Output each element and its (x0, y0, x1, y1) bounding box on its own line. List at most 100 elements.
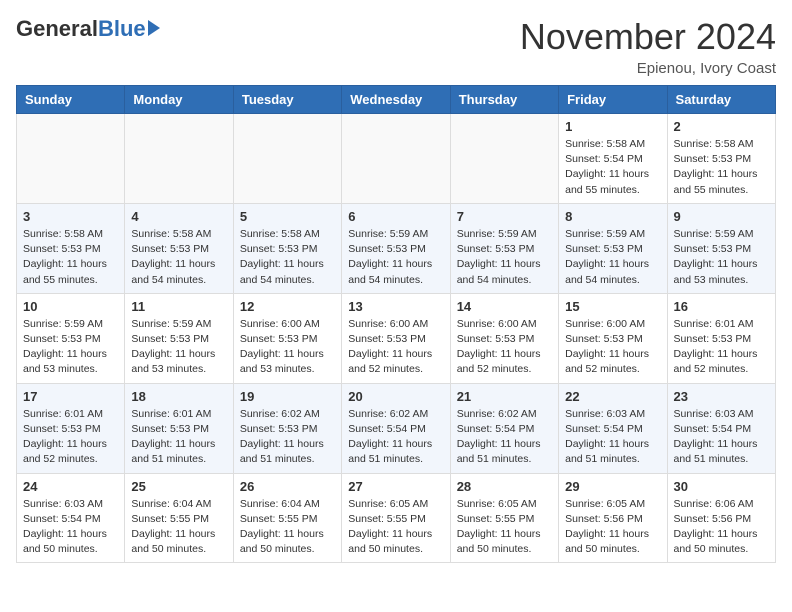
day-info: Sunrise: 5:58 AM Sunset: 5:53 PM Dayligh… (240, 227, 335, 288)
day-cell: 2Sunrise: 5:58 AM Sunset: 5:53 PM Daylig… (667, 114, 775, 204)
day-info: Sunrise: 6:02 AM Sunset: 5:54 PM Dayligh… (348, 407, 443, 468)
day-number: 8 (565, 209, 660, 224)
day-cell: 21Sunrise: 6:02 AM Sunset: 5:54 PM Dayli… (450, 383, 558, 473)
day-info: Sunrise: 6:04 AM Sunset: 5:55 PM Dayligh… (240, 497, 335, 558)
day-number: 15 (565, 299, 660, 314)
day-cell: 11 Sunrise: 5:59 AM Sunset: 5:53 PM Dayli… (125, 293, 233, 383)
header-cell-thursday: Thursday (450, 86, 558, 114)
day-number: 28 (457, 479, 552, 494)
day-info: Sunrise: 6:03 AM Sunset: 5:54 PM Dayligh… (674, 407, 769, 468)
day-number: 11 (131, 299, 226, 314)
day-number: 21 (457, 389, 552, 404)
day-info: Sunrise: 5:58 AM Sunset: 5:53 PM Dayligh… (131, 227, 226, 288)
day-number: 3 (23, 209, 118, 224)
day-info: Sunrise: 5:58 AM Sunset: 5:54 PM Dayligh… (565, 137, 660, 198)
day-info: Sunrise: 6:00 AM Sunset: 5:53 PM Dayligh… (348, 317, 443, 378)
day-cell: 15 Sunrise: 6:00 AM Sunset: 5:53 PM Dayli… (559, 293, 667, 383)
day-cell: 8Sunrise: 5:59 AM Sunset: 5:53 PM Daylig… (559, 203, 667, 293)
day-info: Sunrise: 5:59 AM Sunset: 5:53 PM Dayligh… (348, 227, 443, 288)
day-number: 20 (348, 389, 443, 404)
day-cell: 14Sunrise: 6:00 AM Sunset: 5:53 PM Dayli… (450, 293, 558, 383)
day-number: 22 (565, 389, 660, 404)
day-number: 9 (674, 209, 769, 224)
day-info: Sunrise: 6:02 AM Sunset: 5:53 PM Dayligh… (240, 407, 335, 468)
header-row: SundayMondayTuesdayWednesdayThursdayFrid… (17, 86, 776, 114)
day-cell: 7 Sunrise: 5:59 AM Sunset: 5:53 PM Daylig… (450, 203, 558, 293)
logo-blue-text: Blue (98, 16, 146, 42)
logo-general-text: General (16, 16, 98, 42)
day-cell: 25 Sunrise: 6:04 AM Sunset: 5:55 PM Dayli… (125, 473, 233, 563)
day-number: 30 (674, 479, 769, 494)
day-info: Sunrise: 6:05 AM Sunset: 5:55 PM Dayligh… (348, 497, 443, 558)
day-cell (233, 114, 341, 204)
day-number: 23 (674, 389, 769, 404)
month-title: November 2024 (520, 16, 776, 58)
week-row-1: 1 Sunrise: 5:58 AM Sunset: 5:54 PM Daylig… (17, 114, 776, 204)
day-info: Sunrise: 5:59 AM Sunset: 5:53 PM Dayligh… (457, 227, 552, 288)
day-number: 24 (23, 479, 118, 494)
day-cell: 20 Sunrise: 6:02 AM Sunset: 5:54 PM Dayli… (342, 383, 450, 473)
header: General Blue November 2024 Epienou, Ivor… (16, 16, 776, 77)
day-number: 7 (457, 209, 552, 224)
header-cell-tuesday: Tuesday (233, 86, 341, 114)
day-number: 19 (240, 389, 335, 404)
header-cell-saturday: Saturday (667, 86, 775, 114)
day-number: 2 (674, 119, 769, 134)
day-cell: 16 Sunrise: 6:01 AM Sunset: 5:53 PM Dayli… (667, 293, 775, 383)
day-info: Sunrise: 6:06 AM Sunset: 5:56 PM Dayligh… (674, 497, 769, 558)
header-cell-monday: Monday (125, 86, 233, 114)
day-number: 5 (240, 209, 335, 224)
day-info: Sunrise: 6:00 AM Sunset: 5:53 PM Dayligh… (457, 317, 552, 378)
day-cell (125, 114, 233, 204)
day-cell: 4 Sunrise: 5:58 AM Sunset: 5:53 PM Daylig… (125, 203, 233, 293)
day-info: Sunrise: 6:04 AM Sunset: 5:55 PM Dayligh… (131, 497, 226, 558)
day-cell: 22Sunrise: 6:03 AM Sunset: 5:54 PM Dayli… (559, 383, 667, 473)
calendar-header: SundayMondayTuesdayWednesdayThursdayFrid… (17, 86, 776, 114)
day-number: 17 (23, 389, 118, 404)
day-info: Sunrise: 6:00 AM Sunset: 5:53 PM Dayligh… (240, 317, 335, 378)
day-cell: 12 Sunrise: 6:00 AM Sunset: 5:53 PM Dayli… (233, 293, 341, 383)
week-row-2: 3 Sunrise: 5:58 AM Sunset: 5:53 PM Daylig… (17, 203, 776, 293)
header-cell-wednesday: Wednesday (342, 86, 450, 114)
day-number: 18 (131, 389, 226, 404)
day-info: Sunrise: 6:05 AM Sunset: 5:56 PM Dayligh… (565, 497, 660, 558)
day-number: 26 (240, 479, 335, 494)
day-cell (17, 114, 125, 204)
day-cell: 27 Sunrise: 6:05 AM Sunset: 5:55 PM Dayli… (342, 473, 450, 563)
day-number: 25 (131, 479, 226, 494)
day-info: Sunrise: 5:59 AM Sunset: 5:53 PM Dayligh… (674, 227, 769, 288)
logo: General Blue (16, 16, 160, 42)
header-cell-sunday: Sunday (17, 86, 125, 114)
day-number: 1 (565, 119, 660, 134)
day-number: 12 (240, 299, 335, 314)
day-info: Sunrise: 6:01 AM Sunset: 5:53 PM Dayligh… (23, 407, 118, 468)
day-number: 13 (348, 299, 443, 314)
logo-arrow-icon (148, 20, 160, 36)
page-container: General Blue November 2024 Epienou, Ivor… (0, 0, 792, 573)
day-info: Sunrise: 6:03 AM Sunset: 5:54 PM Dayligh… (23, 497, 118, 558)
day-cell: 13 Sunrise: 6:00 AM Sunset: 5:53 PM Dayli… (342, 293, 450, 383)
day-cell: 23 Sunrise: 6:03 AM Sunset: 5:54 PM Dayli… (667, 383, 775, 473)
day-cell: 24 Sunrise: 6:03 AM Sunset: 5:54 PM Dayli… (17, 473, 125, 563)
day-number: 27 (348, 479, 443, 494)
day-number: 4 (131, 209, 226, 224)
day-number: 10 (23, 299, 118, 314)
day-cell (342, 114, 450, 204)
day-number: 29 (565, 479, 660, 494)
title-area: November 2024 Epienou, Ivory Coast (520, 16, 776, 77)
day-number: 16 (674, 299, 769, 314)
day-cell: 30 Sunrise: 6:06 AM Sunset: 5:56 PM Dayli… (667, 473, 775, 563)
day-info: Sunrise: 6:01 AM Sunset: 5:53 PM Dayligh… (131, 407, 226, 468)
day-info: Sunrise: 6:05 AM Sunset: 5:55 PM Dayligh… (457, 497, 552, 558)
day-info: Sunrise: 5:59 AM Sunset: 5:53 PM Dayligh… (131, 317, 226, 378)
day-cell: 29 Sunrise: 6:05 AM Sunset: 5:56 PM Dayli… (559, 473, 667, 563)
day-info: Sunrise: 6:00 AM Sunset: 5:53 PM Dayligh… (565, 317, 660, 378)
day-cell: 18 Sunrise: 6:01 AM Sunset: 5:53 PM Dayli… (125, 383, 233, 473)
day-info: Sunrise: 5:59 AM Sunset: 5:53 PM Dayligh… (23, 317, 118, 378)
day-cell: 1 Sunrise: 5:58 AM Sunset: 5:54 PM Daylig… (559, 114, 667, 204)
day-cell: 19 Sunrise: 6:02 AM Sunset: 5:53 PM Dayli… (233, 383, 341, 473)
location-text: Epienou, Ivory Coast (520, 60, 776, 77)
day-info: Sunrise: 6:01 AM Sunset: 5:53 PM Dayligh… (674, 317, 769, 378)
calendar-body: 1 Sunrise: 5:58 AM Sunset: 5:54 PM Daylig… (17, 114, 776, 563)
day-cell: 9 Sunrise: 5:59 AM Sunset: 5:53 PM Daylig… (667, 203, 775, 293)
